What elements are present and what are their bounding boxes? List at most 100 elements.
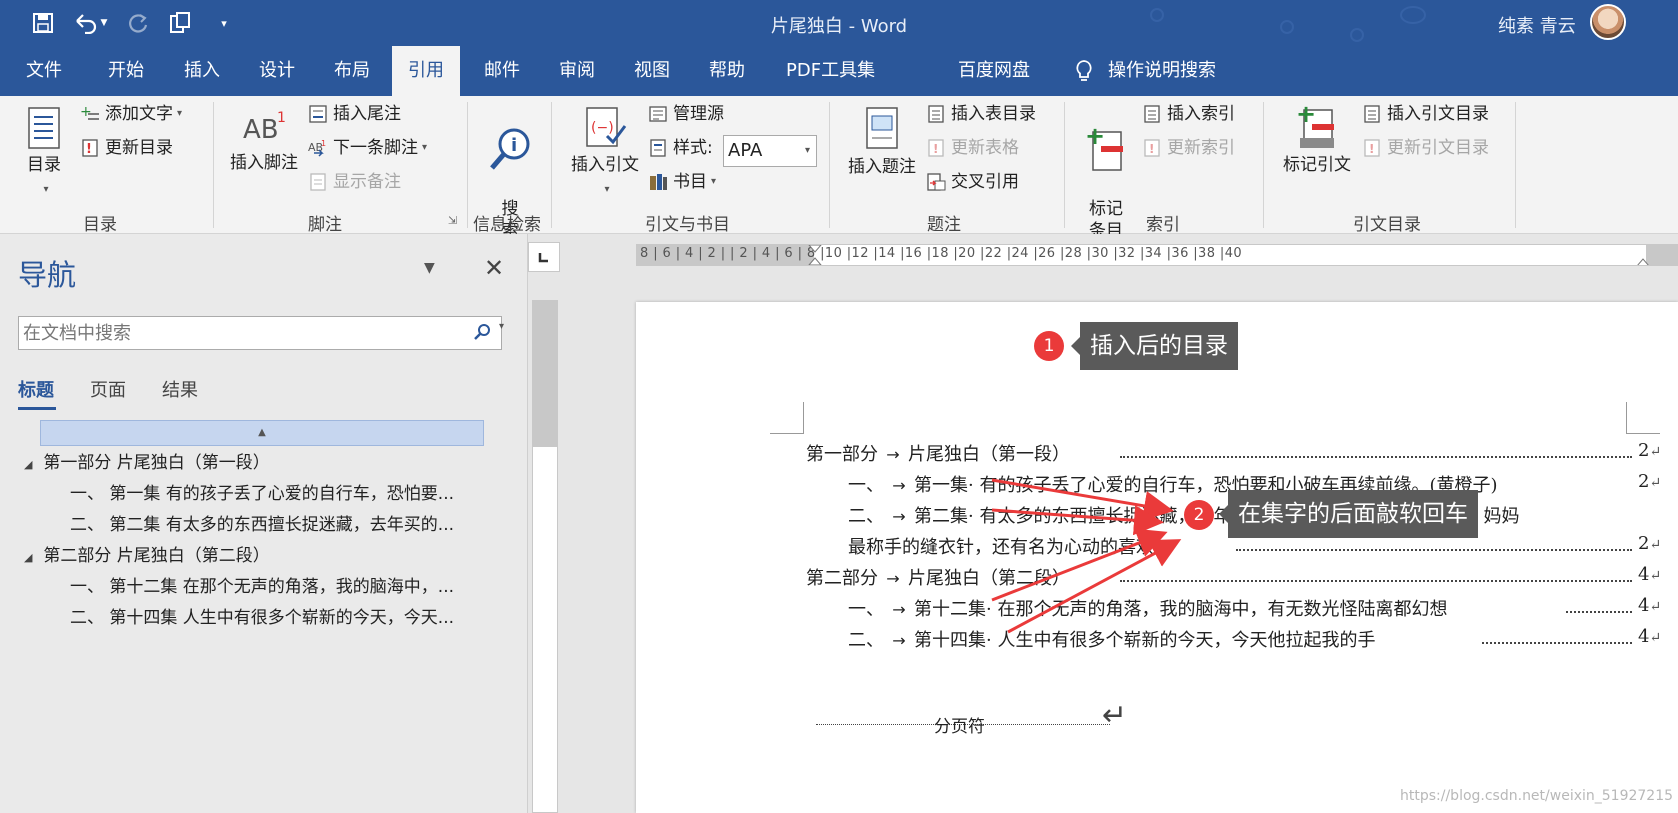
nav-heading-text: 第二部分 片尾独白（第二段） — [43, 546, 270, 566]
mark-citation-label: 标记引文 — [1283, 155, 1351, 175]
update-index-button[interactable]: ! 更新索引 — [1142, 134, 1235, 162]
active-tab-indicator — [18, 407, 56, 410]
update-table-of-authorities-button[interactable]: ! 更新引文目录 — [1362, 134, 1489, 162]
nav-heading-item[interactable]: 二、 第十四集 人生中有很多个崭新的今天，今天... — [70, 603, 454, 628]
nav-heading-item[interactable]: 一、 第十二集 在那个无声的角落，我的脑海中，... — [70, 572, 454, 597]
style-label: 样式: — [673, 138, 713, 158]
next-footnote-label: 下一条脚注 — [333, 138, 418, 158]
insert-citation-button[interactable]: (−) 插入引文 ▾ — [568, 106, 642, 201]
smart-lookup-icon: i — [490, 128, 530, 170]
insert-footnote-label: 插入脚注 — [230, 153, 298, 173]
tab-baidu-netdisk[interactable]: 百度网盘 — [958, 46, 1030, 96]
insert-footnote-icon: AB1 — [243, 110, 286, 145]
search-icon[interactable] — [473, 323, 491, 341]
next-footnote-button[interactable]: AB 1 下一条脚注 ▾ — [308, 134, 427, 162]
insert-citation-icon: (−) — [586, 107, 627, 147]
table-of-contents-icon — [28, 107, 60, 149]
nav-tab-headings[interactable]: 标题 — [18, 376, 54, 402]
group-separator — [467, 102, 468, 228]
table-of-contents-button[interactable]: 目录 ▾ — [20, 106, 68, 201]
mark-entry-button[interactable]: + 标记 条目 — [1082, 102, 1130, 242]
nav-heading-item[interactable]: 一、 第一集 有的孩子丢了心爱的自行车，恐怕要... — [70, 479, 454, 504]
tab-references[interactable]: 引用 — [392, 46, 460, 96]
tell-me-search[interactable]: 操作说明搜索 — [1108, 46, 1216, 96]
user-name[interactable]: 纯素 青云 — [1498, 12, 1576, 38]
nav-tab-results[interactable]: 结果 — [162, 376, 198, 402]
ruler-margin-right — [1646, 245, 1678, 265]
ruler-margin-top — [533, 301, 557, 447]
ruler-ticks: 8 | 6 | 4 | 2 | | 2 | 4 | 6 | 8 |10 |12 … — [640, 246, 1243, 261]
pane-options-icon[interactable]: ▼ — [424, 260, 435, 276]
tab-help[interactable]: 帮助 — [709, 46, 745, 96]
style-label-group: 样式: — [648, 134, 713, 162]
nav-search-box: ▾ — [18, 316, 504, 350]
insert-index-button[interactable]: 插入索引 — [1142, 100, 1235, 128]
nav-heading-item[interactable]: ◢ 第一部分 片尾独白（第一段） — [24, 448, 270, 473]
update-table-label: 更新目录 — [105, 138, 173, 158]
group-label-table-of-authorities: 引文目录 — [1353, 215, 1421, 235]
tab-layout[interactable]: 布局 — [334, 46, 370, 96]
insert-index-label: 插入索引 — [1167, 104, 1235, 124]
insert-caption-icon — [866, 107, 898, 149]
bibliography-button[interactable]: 书目 ▾ — [648, 168, 716, 196]
table-of-contents-label: 目录 — [27, 155, 61, 175]
vertical-ruler[interactable] — [532, 300, 558, 813]
table-of-authorities-icon — [1364, 105, 1380, 123]
navigation-title: 导航 — [18, 258, 77, 292]
group-separator — [1515, 102, 1516, 228]
show-notes-button[interactable]: 显示备注 — [308, 168, 401, 196]
tab-review[interactable]: 审阅 — [559, 46, 595, 96]
citation-style-select[interactable]: APA ▾ — [723, 135, 817, 167]
update-index-label: 更新索引 — [1167, 138, 1235, 158]
collapse-triangle-icon[interactable]: ◢ — [24, 458, 38, 471]
tab-mailings[interactable]: 邮件 — [484, 46, 520, 96]
group-separator — [213, 102, 214, 228]
nav-heading-item[interactable]: 二、 第二集 有太多的东西擅长捉迷藏，去年买的... — [70, 510, 454, 535]
mark-citation-button[interactable]: + 标记引文 — [1278, 104, 1356, 176]
group-separator — [1263, 102, 1264, 228]
insert-endnote-icon — [309, 105, 327, 123]
tab-home[interactable]: 开始 — [108, 46, 144, 96]
insert-table-of-authorities-button[interactable]: 插入引文目录 — [1362, 100, 1489, 128]
insert-footnote-button[interactable]: AB 1 插入脚注 — [226, 108, 302, 174]
svg-text:i: i — [511, 135, 517, 156]
close-icon[interactable]: ✕ — [484, 254, 504, 282]
navigation-pane: 导航 ▼ ✕ ▾ 标题 页面 结果 ▲ ◢ 第一部分 片尾独白（第一段） 一、 … — [0, 234, 528, 813]
group-separator — [829, 102, 830, 228]
beginning-of-document-bar[interactable]: ▲ — [40, 420, 484, 446]
insert-table-of-figures-button[interactable]: 插入表目录 — [926, 100, 1036, 128]
manage-sources-button[interactable]: 管理源 — [648, 100, 724, 128]
tab-selector[interactable] — [528, 242, 560, 272]
update-figures-table-button[interactable]: ! 更新表格 — [926, 134, 1019, 162]
right-indent-marker-icon[interactable] — [1636, 253, 1650, 266]
search-options-icon[interactable]: ▾ — [499, 321, 504, 332]
tab-insert[interactable]: 插入 — [184, 46, 220, 96]
insert-caption-button[interactable]: 插入题注 — [843, 106, 921, 178]
bibliography-label: 书目 — [673, 172, 707, 192]
indent-marker-icon[interactable] — [808, 245, 822, 266]
add-text-icon: + — [80, 104, 99, 120]
collapse-triangle-icon[interactable]: ◢ — [24, 551, 38, 564]
dialog-launcher-icon[interactable]: ⇲ — [448, 214, 457, 227]
group-label-research: 信息检索 — [473, 215, 541, 235]
cross-reference-button[interactable]: 交叉引用 — [926, 168, 1019, 196]
add-text-button[interactable]: + 添加文字 ▾ — [80, 100, 182, 128]
document-page[interactable]: 第一部分 → 片尾独白（第一段） 2↵ 一、 → 第一集· 有的孩子丢了心爱的自行车，恐… — [636, 302, 1678, 813]
tab-pdf-tools[interactable]: PDF工具集 — [786, 46, 875, 96]
insert-endnote-button[interactable]: 插入尾注 — [308, 100, 401, 128]
mark-citation-icon: + — [1296, 104, 1334, 148]
avatar[interactable] — [1590, 4, 1626, 40]
nav-tab-pages[interactable]: 页面 — [90, 376, 126, 402]
update-table-icon: ! — [82, 139, 98, 157]
callout-label: 插入后的目录 — [1071, 322, 1238, 370]
nav-heading-item[interactable]: ◢ 第二部分 片尾独白（第二段） — [24, 541, 270, 566]
tab-view[interactable]: 视图 — [634, 46, 670, 96]
tab-design[interactable]: 设计 — [259, 46, 295, 96]
svg-text:1: 1 — [321, 139, 326, 148]
svg-text:AB: AB — [243, 115, 279, 145]
horizontal-ruler[interactable]: 8 | 6 | 4 | 2 | | 2 | 4 | 6 | 8 |10 |12 … — [636, 244, 1678, 266]
tab-file[interactable]: 文件 — [26, 46, 62, 96]
update-table-button[interactable]: ! 更新目录 — [80, 134, 173, 162]
search-input[interactable] — [19, 317, 439, 349]
svg-text:!: ! — [86, 142, 92, 157]
